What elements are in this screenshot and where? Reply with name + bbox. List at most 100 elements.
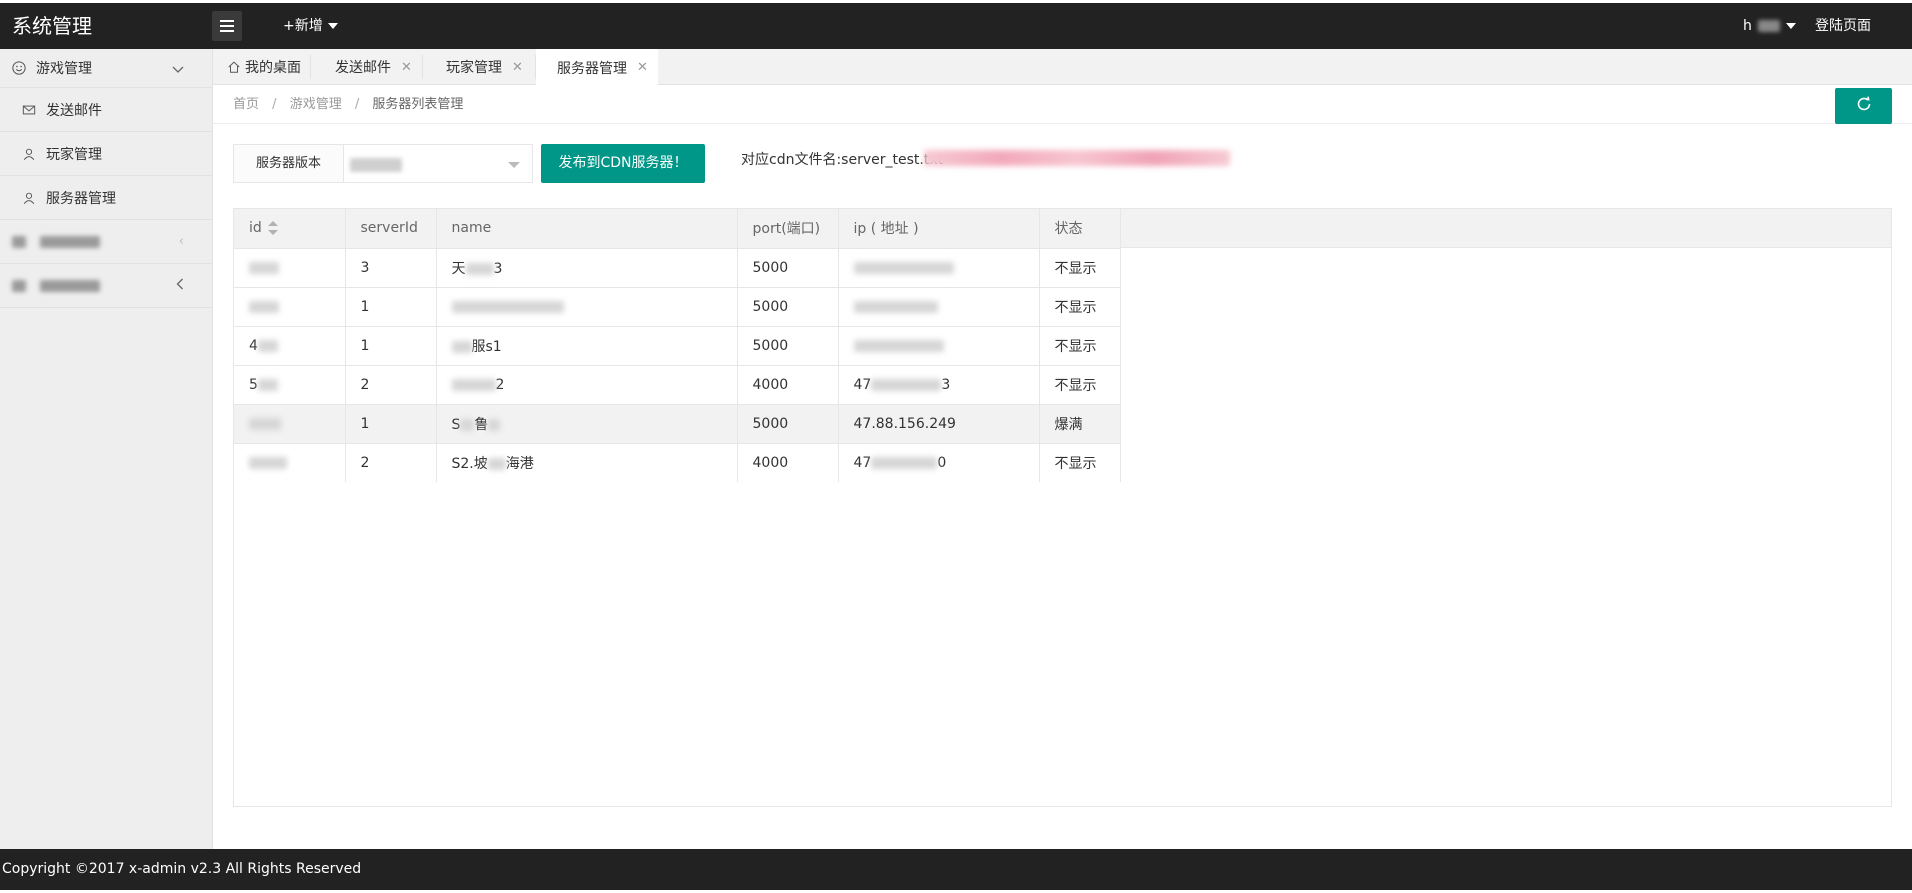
menu-toggle-button[interactable] — [212, 11, 242, 41]
redacted-version-value — [350, 158, 402, 172]
breadcrumb-separator: / — [354, 97, 360, 112]
cell-id: 5 — [234, 364, 346, 404]
sidebar-group-game-management[interactable]: 游戏管理 — [0, 49, 212, 88]
sidebar-group-redacted-1[interactable]: ‹ — [0, 220, 212, 264]
table-row[interactable]: 2 S2.坡 海港 4000 47 0 不显示 — [234, 442, 1121, 482]
redacted-label — [40, 235, 100, 248]
table-row[interactable]: 5 2 2 4000 47 3 不显示 — [234, 364, 1121, 404]
server-table: id serverId name port(端口) ip ( 地址 ) 状态 3… — [233, 208, 1892, 807]
redacted-label — [40, 279, 100, 292]
home-icon — [227, 60, 241, 74]
cell-port: 5000 — [737, 403, 839, 443]
table-row[interactable]: 1 S鲁 5000 47.88.156.249 爆满 — [234, 403, 1121, 443]
cell-serverid: 3 — [345, 247, 437, 287]
cell-port: 5000 — [737, 247, 839, 287]
chevron-left-icon — [176, 278, 184, 294]
sidebar-item-server-management[interactable]: 服务器管理 — [0, 176, 212, 220]
table-header-row: id serverId name port(端口) ip ( 地址 ) 状态 — [234, 209, 1121, 248]
cell-serverid: 2 — [345, 442, 437, 482]
user-icon — [22, 191, 36, 205]
cell-name: 2 — [436, 364, 738, 404]
sidebar-item-label: 发送邮件 — [46, 102, 102, 119]
tab-label: 服务器管理 — [557, 60, 627, 77]
caret-down-icon — [1785, 23, 1796, 29]
tab-label: 玩家管理 — [446, 60, 502, 76]
server-version-select[interactable] — [344, 145, 532, 182]
tab-send-mail[interactable]: 发送邮件 ✕ — [335, 49, 412, 85]
chevron-left-icon: ‹ — [178, 234, 184, 249]
breadcrumb-row: 首页 / 游戏管理 / 服务器列表管理 — [213, 85, 1912, 124]
chevron-down-icon — [172, 63, 184, 78]
sidebar-item-label: 玩家管理 — [46, 146, 102, 163]
cell-name: S鲁 — [436, 403, 738, 443]
app-logo[interactable]: 系统管理 — [12, 3, 92, 49]
table-row[interactable]: 3 天3 5000 不显示 — [234, 247, 1121, 287]
publish-cdn-button[interactable]: 发布到CDN服务器！ — [541, 144, 705, 183]
close-icon[interactable]: ✕ — [637, 60, 648, 75]
redacted-icon — [12, 235, 26, 248]
server-version-field: 服务器版本 — [233, 144, 533, 183]
cell-ip: 47 3 — [838, 364, 1040, 404]
table-row[interactable]: 1 5000 不显示 — [234, 286, 1121, 326]
table-row[interactable]: 4 1 服s1 5000 不显示 — [234, 325, 1121, 365]
breadcrumb-home[interactable]: 首页 — [233, 97, 259, 112]
redacted-username — [1757, 20, 1780, 32]
cell-id — [234, 286, 346, 326]
caret-down-icon — [327, 23, 338, 29]
sidebar: 游戏管理 发送邮件 玩家管理 服务器管理 ‹ — [0, 49, 213, 849]
column-header-ip: ip ( 地址 ) — [838, 209, 1040, 248]
refresh-icon — [1855, 95, 1873, 117]
cell-ip: 47.88.156.249 — [838, 403, 1040, 443]
cell-status: 不显示 — [1039, 325, 1121, 365]
cell-status: 不显示 — [1039, 442, 1121, 482]
sidebar-group-redacted-2[interactable] — [0, 264, 212, 308]
close-icon[interactable]: ✕ — [512, 60, 523, 75]
cell-status: 不显示 — [1039, 286, 1121, 326]
caret-down-icon — [508, 162, 520, 168]
tabs-bar: 我的桌面 发送邮件 ✕ 玩家管理 ✕ 服务器管理 ✕ — [213, 49, 1912, 86]
sidebar-item-label: 服务器管理 — [46, 190, 116, 207]
cell-serverid: 1 — [345, 403, 437, 443]
cell-serverid: 1 — [345, 325, 437, 365]
cell-id — [234, 403, 346, 443]
breadcrumb: 首页 / 游戏管理 / 服务器列表管理 — [233, 85, 463, 124]
cell-serverid: 1 — [345, 286, 437, 326]
column-header-id[interactable]: id — [234, 209, 346, 248]
cell-status: 不显示 — [1039, 247, 1121, 287]
cell-port: 5000 — [737, 286, 839, 326]
user-menu[interactable]: h — [1743, 3, 1796, 49]
breadcrumb-separator: / — [272, 97, 277, 112]
breadcrumb-section[interactable]: 游戏管理 — [290, 97, 342, 112]
cell-id — [234, 247, 346, 287]
smile-icon — [12, 61, 26, 75]
add-new-label: +新增 — [283, 18, 323, 34]
cell-name: 天3 — [436, 247, 738, 287]
column-header-name: name — [436, 209, 738, 248]
cell-id: 4 — [234, 325, 346, 365]
cell-ip — [838, 247, 1040, 287]
sidebar-item-send-mail[interactable]: 发送邮件 — [0, 88, 212, 132]
tab-player-management[interactable]: 玩家管理 ✕ — [446, 49, 523, 85]
top-header: 系统管理 +新增 h 登陆页面 — [0, 3, 1912, 49]
add-new-menu[interactable]: +新增 — [283, 3, 338, 49]
tab-label: 我的桌面 — [245, 60, 301, 76]
user-name: h — [1743, 18, 1752, 34]
cell-serverid: 2 — [345, 364, 437, 404]
login-page-link[interactable]: 登陆页面 — [1815, 3, 1871, 49]
refresh-button[interactable] — [1835, 88, 1892, 124]
tab-server-management[interactable]: 服务器管理 ✕ — [536, 49, 658, 86]
tab-my-desktop[interactable]: 我的桌面 — [227, 49, 301, 85]
cell-port: 5000 — [737, 325, 839, 365]
column-header-serverid: serverId — [345, 209, 437, 248]
footer: Copyright ©2017 x-admin v2.3 All Rights … — [0, 849, 1912, 890]
cdn-filename-text: 对应cdn文件名:server_test.txt — [741, 152, 944, 168]
cell-ip — [838, 325, 1040, 365]
close-icon[interactable]: ✕ — [401, 60, 412, 75]
cell-ip: 47 0 — [838, 442, 1040, 482]
sidebar-group-label: 游戏管理 — [36, 61, 92, 77]
column-header-port: port(端口) — [737, 209, 839, 248]
sidebar-item-player-management[interactable]: 玩家管理 — [0, 132, 212, 176]
sort-icon[interactable] — [267, 221, 278, 236]
tab-label: 发送邮件 — [335, 60, 391, 76]
hamburger-icon — [220, 20, 234, 22]
